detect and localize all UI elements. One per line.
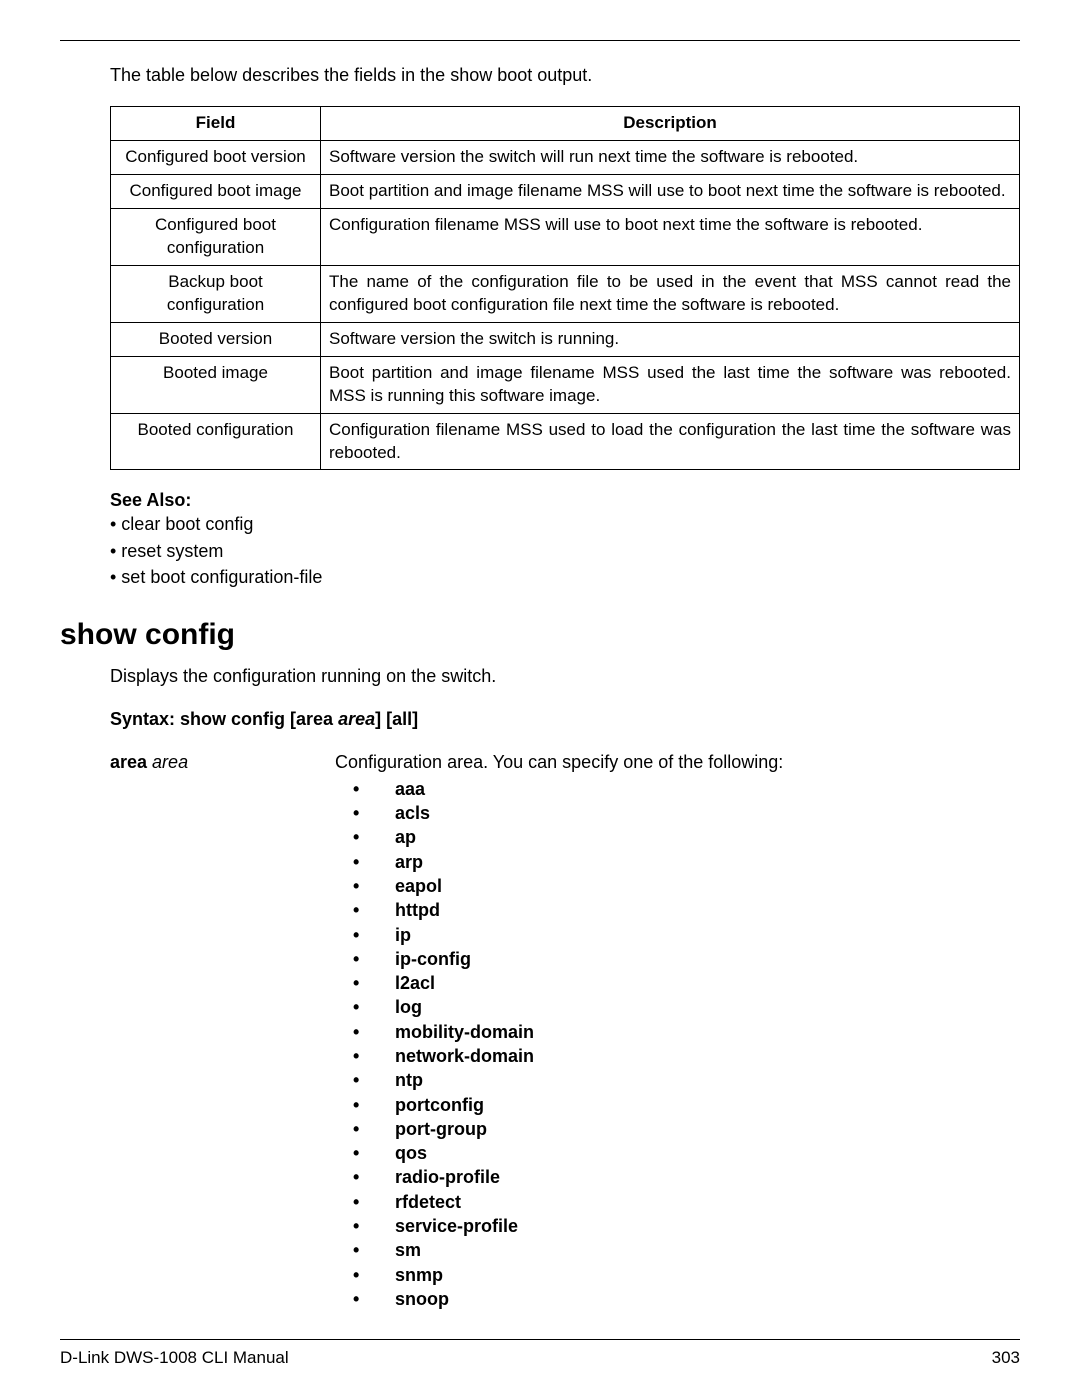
option-item: ntp bbox=[335, 1068, 1020, 1092]
desc-cell: Configuration filename MSS will use to b… bbox=[321, 209, 1020, 266]
option-item: service-profile bbox=[335, 1214, 1020, 1238]
see-also-list: • clear boot config• reset system• set b… bbox=[110, 511, 1020, 589]
fields-table: Field Description Configured boot versio… bbox=[110, 106, 1020, 470]
syntax-prefix: Syntax: show config [area bbox=[110, 709, 338, 729]
option-item: l2acl bbox=[335, 971, 1020, 995]
syntax-area-ital: area bbox=[338, 709, 375, 729]
footer-left: D-Link DWS-1008 CLI Manual bbox=[60, 1348, 289, 1368]
desc-cell: Software version the switch will run nex… bbox=[321, 141, 1020, 175]
see-also-item: • reset system bbox=[110, 538, 1020, 564]
option-item: acls bbox=[335, 801, 1020, 825]
page-footer: D-Link DWS-1008 CLI Manual 303 bbox=[60, 1340, 1020, 1398]
see-also-item: • clear boot config bbox=[110, 511, 1020, 537]
table-row: Booted configurationConfiguration filena… bbox=[111, 413, 1020, 470]
option-item: sm bbox=[335, 1238, 1020, 1262]
desc-cell: The name of the configuration file to be… bbox=[321, 265, 1020, 322]
field-cell: Configured boot configuration bbox=[111, 209, 321, 266]
th-field: Field bbox=[111, 107, 321, 141]
option-item: radio-profile bbox=[335, 1165, 1020, 1189]
option-item: rfdetect bbox=[335, 1190, 1020, 1214]
see-also-item: • set boot configuration-file bbox=[110, 564, 1020, 590]
option-item: arp bbox=[335, 850, 1020, 874]
option-item: network-domain bbox=[335, 1044, 1020, 1068]
param-name: area area bbox=[110, 752, 335, 1312]
command-title: show config bbox=[60, 618, 1020, 652]
param-label-ital: area bbox=[152, 752, 188, 772]
option-item: aaa bbox=[335, 777, 1020, 801]
th-desc: Description bbox=[321, 107, 1020, 141]
param-label-bold: area bbox=[110, 752, 152, 772]
syntax-line: Syntax: show config [area area] [all] bbox=[110, 709, 1020, 730]
table-row: Backup boot configurationThe name of the… bbox=[111, 265, 1020, 322]
option-item: ap bbox=[335, 825, 1020, 849]
field-cell: Configured boot image bbox=[111, 175, 321, 209]
table-row: Booted imageBoot partition and image fil… bbox=[111, 356, 1020, 413]
option-item: log bbox=[335, 995, 1020, 1019]
desc-cell: Software version the switch is running. bbox=[321, 322, 1020, 356]
footer-right: 303 bbox=[992, 1348, 1020, 1368]
table-row: Configured boot imageBoot partition and … bbox=[111, 175, 1020, 209]
option-item: eapol bbox=[335, 874, 1020, 898]
option-item: portconfig bbox=[335, 1093, 1020, 1117]
top-rule bbox=[60, 40, 1020, 41]
option-item: ip-config bbox=[335, 947, 1020, 971]
field-cell: Booted configuration bbox=[111, 413, 321, 470]
table-row: Configured boot versionSoftware version … bbox=[111, 141, 1020, 175]
desc-cell: Configuration filename MSS used to load … bbox=[321, 413, 1020, 470]
table-row: Booted versionSoftware version the switc… bbox=[111, 322, 1020, 356]
param-lead: Configuration area. You can specify one … bbox=[335, 752, 1020, 773]
option-item: port-group bbox=[335, 1117, 1020, 1141]
field-cell: Booted version bbox=[111, 322, 321, 356]
syntax-suffix: ] [all] bbox=[375, 709, 418, 729]
see-also-heading: See Also: bbox=[110, 490, 1020, 511]
option-item: mobility-domain bbox=[335, 1020, 1020, 1044]
options-list: aaaaclsaparpeapolhttpdipip-configl2acllo… bbox=[335, 777, 1020, 1312]
field-cell: Backup boot configuration bbox=[111, 265, 321, 322]
command-description: Displays the configuration running on th… bbox=[110, 666, 1020, 687]
option-item: snmp bbox=[335, 1263, 1020, 1287]
option-item: httpd bbox=[335, 898, 1020, 922]
intro-text: The table below describes the fields in … bbox=[110, 63, 1020, 88]
desc-cell: Boot partition and image filename MSS wi… bbox=[321, 175, 1020, 209]
option-item: snoop bbox=[335, 1287, 1020, 1311]
desc-cell: Boot partition and image filename MSS us… bbox=[321, 356, 1020, 413]
option-item: ip bbox=[335, 923, 1020, 947]
option-item: qos bbox=[335, 1141, 1020, 1165]
field-cell: Booted image bbox=[111, 356, 321, 413]
table-row: Configured boot configurationConfigurati… bbox=[111, 209, 1020, 266]
param-row: area area Configuration area. You can sp… bbox=[110, 752, 1020, 1312]
field-cell: Configured boot version bbox=[111, 141, 321, 175]
param-body: Configuration area. You can specify one … bbox=[335, 752, 1020, 1312]
